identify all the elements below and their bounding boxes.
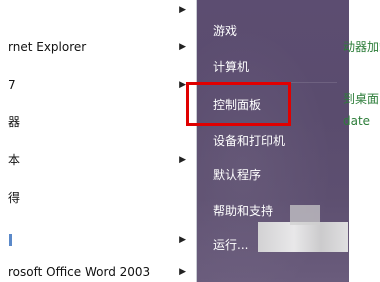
menu-item-devices-printers[interactable]: 设备和打印机 bbox=[213, 131, 285, 151]
start-menu-programs-pane: ▶ rnet Explorer ▶ 7 ▶ 器 本 ▶ 得 ▶ rosoft O… bbox=[0, 0, 197, 282]
program-item[interactable]: 得 bbox=[0, 188, 196, 208]
background-text: 动器加载 bbox=[343, 40, 380, 54]
program-item[interactable]: ▶ bbox=[0, 0, 196, 20]
menu-item-run[interactable]: 运行... bbox=[213, 235, 248, 255]
menu-item-computer[interactable]: 计算机 bbox=[213, 57, 249, 77]
highlight-box bbox=[186, 82, 291, 126]
program-item-word-2003[interactable]: rosoft Office Word 2003 ▶ bbox=[0, 262, 196, 282]
program-item[interactable]: 7 ▶ bbox=[0, 75, 196, 95]
blur-mosaic bbox=[290, 205, 320, 225]
program-label: 器 bbox=[8, 115, 21, 129]
program-item[interactable]: 器 bbox=[0, 112, 196, 132]
menu-item-default-programs[interactable]: 默认程序 bbox=[213, 165, 261, 185]
background-text: 到桌面 bbox=[343, 92, 380, 106]
blur-mosaic bbox=[258, 222, 348, 252]
submenu-arrow-icon: ▶ bbox=[179, 235, 186, 245]
program-label: 得 bbox=[8, 191, 21, 205]
submenu-arrow-icon: ▶ bbox=[179, 267, 186, 277]
submenu-arrow-icon: ▶ bbox=[179, 155, 186, 165]
program-item[interactable]: ▶ bbox=[0, 230, 196, 250]
program-item[interactable]: 本 ▶ bbox=[0, 150, 196, 170]
program-label: 7 bbox=[8, 78, 16, 92]
program-label: rosoft Office Word 2003 bbox=[8, 265, 151, 279]
program-folder-icon bbox=[9, 234, 12, 246]
submenu-arrow-icon: ▶ bbox=[179, 5, 186, 15]
program-label: rnet Explorer bbox=[8, 40, 87, 54]
submenu-arrow-icon: ▶ bbox=[179, 42, 186, 52]
background-text: date bbox=[343, 114, 371, 128]
menu-item-help-support[interactable]: 帮助和支持 bbox=[213, 201, 273, 221]
program-label: 本 bbox=[8, 153, 21, 167]
submenu-arrow-icon: ▶ bbox=[179, 80, 186, 90]
menu-item-games[interactable]: 游戏 bbox=[213, 21, 237, 41]
program-item-internet-explorer[interactable]: rnet Explorer ▶ bbox=[0, 37, 196, 57]
